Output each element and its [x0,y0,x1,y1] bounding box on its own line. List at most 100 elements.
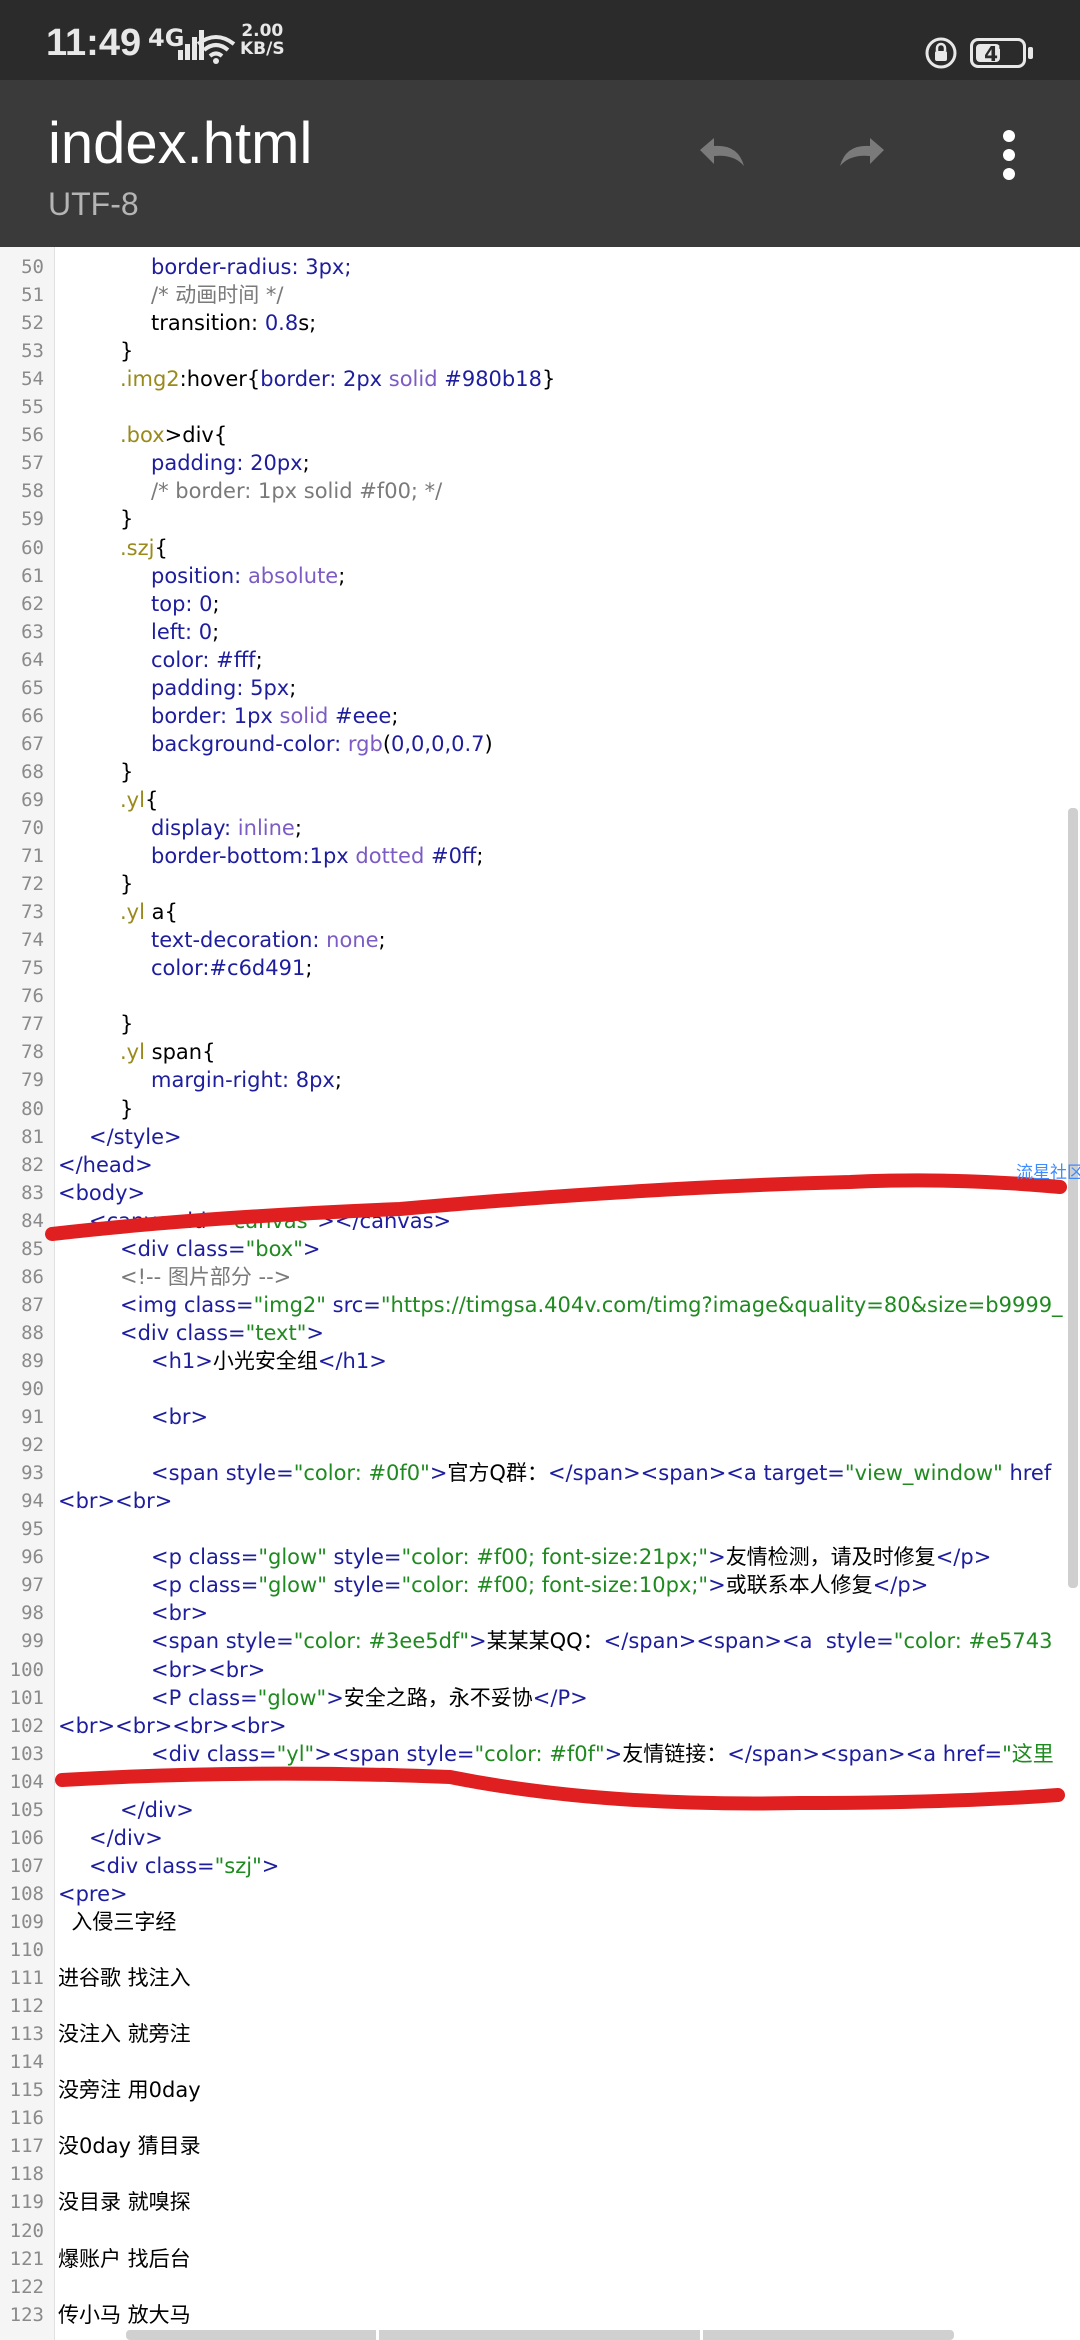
code-token: 安全之路，永不妥协 [343,1685,533,1710]
code-text: <br><br> [58,1487,172,1515]
line-number: 118 [9,2163,44,2186]
code-token: ; [212,619,220,644]
line-number: 51 [21,284,44,307]
code-token: </span><span><a [603,1629,826,1654]
code-token: <pre> [58,1881,128,1906]
line-number: 74 [21,929,44,952]
code-token: display: [151,816,238,840]
code-text: } [120,758,133,786]
line-number: 72 [21,873,44,896]
code-token: background-color: [151,731,348,756]
code-token: text-decoration: [151,928,327,953]
code-token: <br> [151,1405,209,1430]
code-token: </span><span><a [547,1461,764,1486]
code-text: display: inline; [151,814,302,842]
code-token: s; [298,311,317,336]
line-number: 70 [21,817,44,839]
code-token: ; [289,675,297,700]
line-number: 96 [21,1546,44,1569]
redo-icon[interactable] [828,120,898,190]
line-number: 55 [21,396,44,419]
code-editor[interactable]: 50 border-radius: 3px; 51 /* 动画时间 */ 52 trans… [0,247,1080,2340]
code-token: <span [151,1461,226,1486]
code-token: 0.8 [264,311,299,336]
more-vert-icon[interactable] [974,120,1044,190]
line-number: 93 [21,1462,44,1485]
code-token: .szj [120,535,155,560]
line-number: 61 [21,564,44,587]
line-number: 100 [9,1658,44,1681]
code-token: } [120,507,134,532]
speed-value: 2.00 [241,21,284,41]
code-token: .yl [120,1040,152,1065]
line-number: 69 [21,788,44,811]
line-number: 89 [21,1349,44,1372]
code-token: transition: [151,311,265,336]
vertical-scrollbar[interactable] [1068,808,1078,1588]
code-text: border-bottom:1px dotted #0ff; [151,842,483,870]
line-number: 54 [21,368,44,391]
line-number: 81 [21,1125,44,1148]
code-token: span{ [151,1040,216,1065]
code-token: <canvas [89,1208,188,1233]
code-token: <br><br> [151,1657,266,1682]
line-number: 58 [21,480,44,503]
line-number: 123 [9,2303,44,2326]
code-token: #eee [334,703,392,728]
code-token: class= [188,1573,259,1598]
code-token: 2px [342,367,389,392]
code-token: border-bottom: [151,844,310,869]
code-token: "szj" [214,1853,262,1878]
line-number: 91 [21,1406,44,1429]
line-number: 50 [21,256,44,278]
line-number: 56 [21,424,44,447]
code-token: "这里 [1002,1741,1054,1766]
code-token: 1px [309,844,356,869]
file-title: index.html [48,111,313,176]
code-token: </div> [89,1825,163,1850]
code-token: <div [89,1853,145,1878]
code-token: a{ [151,900,178,925]
code-token: "color: #f00; font-size:10px;" [401,1573,709,1598]
code-text: } [120,1010,133,1038]
code-text: color:#c6d491; [151,954,312,982]
code-text: 没旁注 用0day [58,2076,201,2104]
line-number: 65 [21,676,44,699]
code-text: <p class="glow" style="color: #f00; font… [151,1571,928,1599]
line-number: 97 [21,1574,44,1597]
code-token: left: [151,619,199,644]
code-token: "https://timgsa.404v.com/timg?image&qual… [380,1292,1063,1317]
hscroll-divider [700,2330,703,2340]
code-token: class= [206,1741,277,1766]
code-text: <span style="color: #0f0">官方Q群：</span><s… [151,1459,1051,1487]
code-token: dotted [355,844,431,869]
code-token: 0,0,0,0.7 [391,731,485,756]
line-number: 90 [21,1378,44,1400]
code-token: ( [382,731,392,756]
line-number: 121 [9,2247,44,2270]
line-number: 57 [21,452,44,475]
line-number: 112 [9,1995,44,2018]
code-token: ; [255,647,263,672]
code-text: <div class="box"> [120,1235,321,1263]
code-text: .yl a{ [120,898,178,926]
code-token: "color: #0f0" [293,1461,430,1486]
code-token: </div> [120,1797,194,1822]
horizontal-scrollbar[interactable] [126,2330,954,2340]
line-number: 73 [21,901,44,924]
code-token: "canvas" [224,1208,318,1233]
line-number: 68 [21,760,44,783]
line-number: 119 [9,2191,44,2214]
code-token: color: [151,956,210,981]
code-token: <br><br><br><br> [58,1713,287,1738]
overlay-link[interactable]: 流星社区 [1016,1158,1080,1183]
battery-level: 47 [984,42,1012,66]
network-speed: 2.00 KB/S [240,22,285,58]
line-number: 95 [21,1518,44,1541]
code-token: solid [279,703,335,728]
code-text: </div> [89,1824,163,1852]
code-token: style= [333,1545,402,1570]
code-token: style= [225,1461,294,1486]
undo-icon[interactable] [686,120,756,190]
code-token: <div [151,1741,207,1766]
